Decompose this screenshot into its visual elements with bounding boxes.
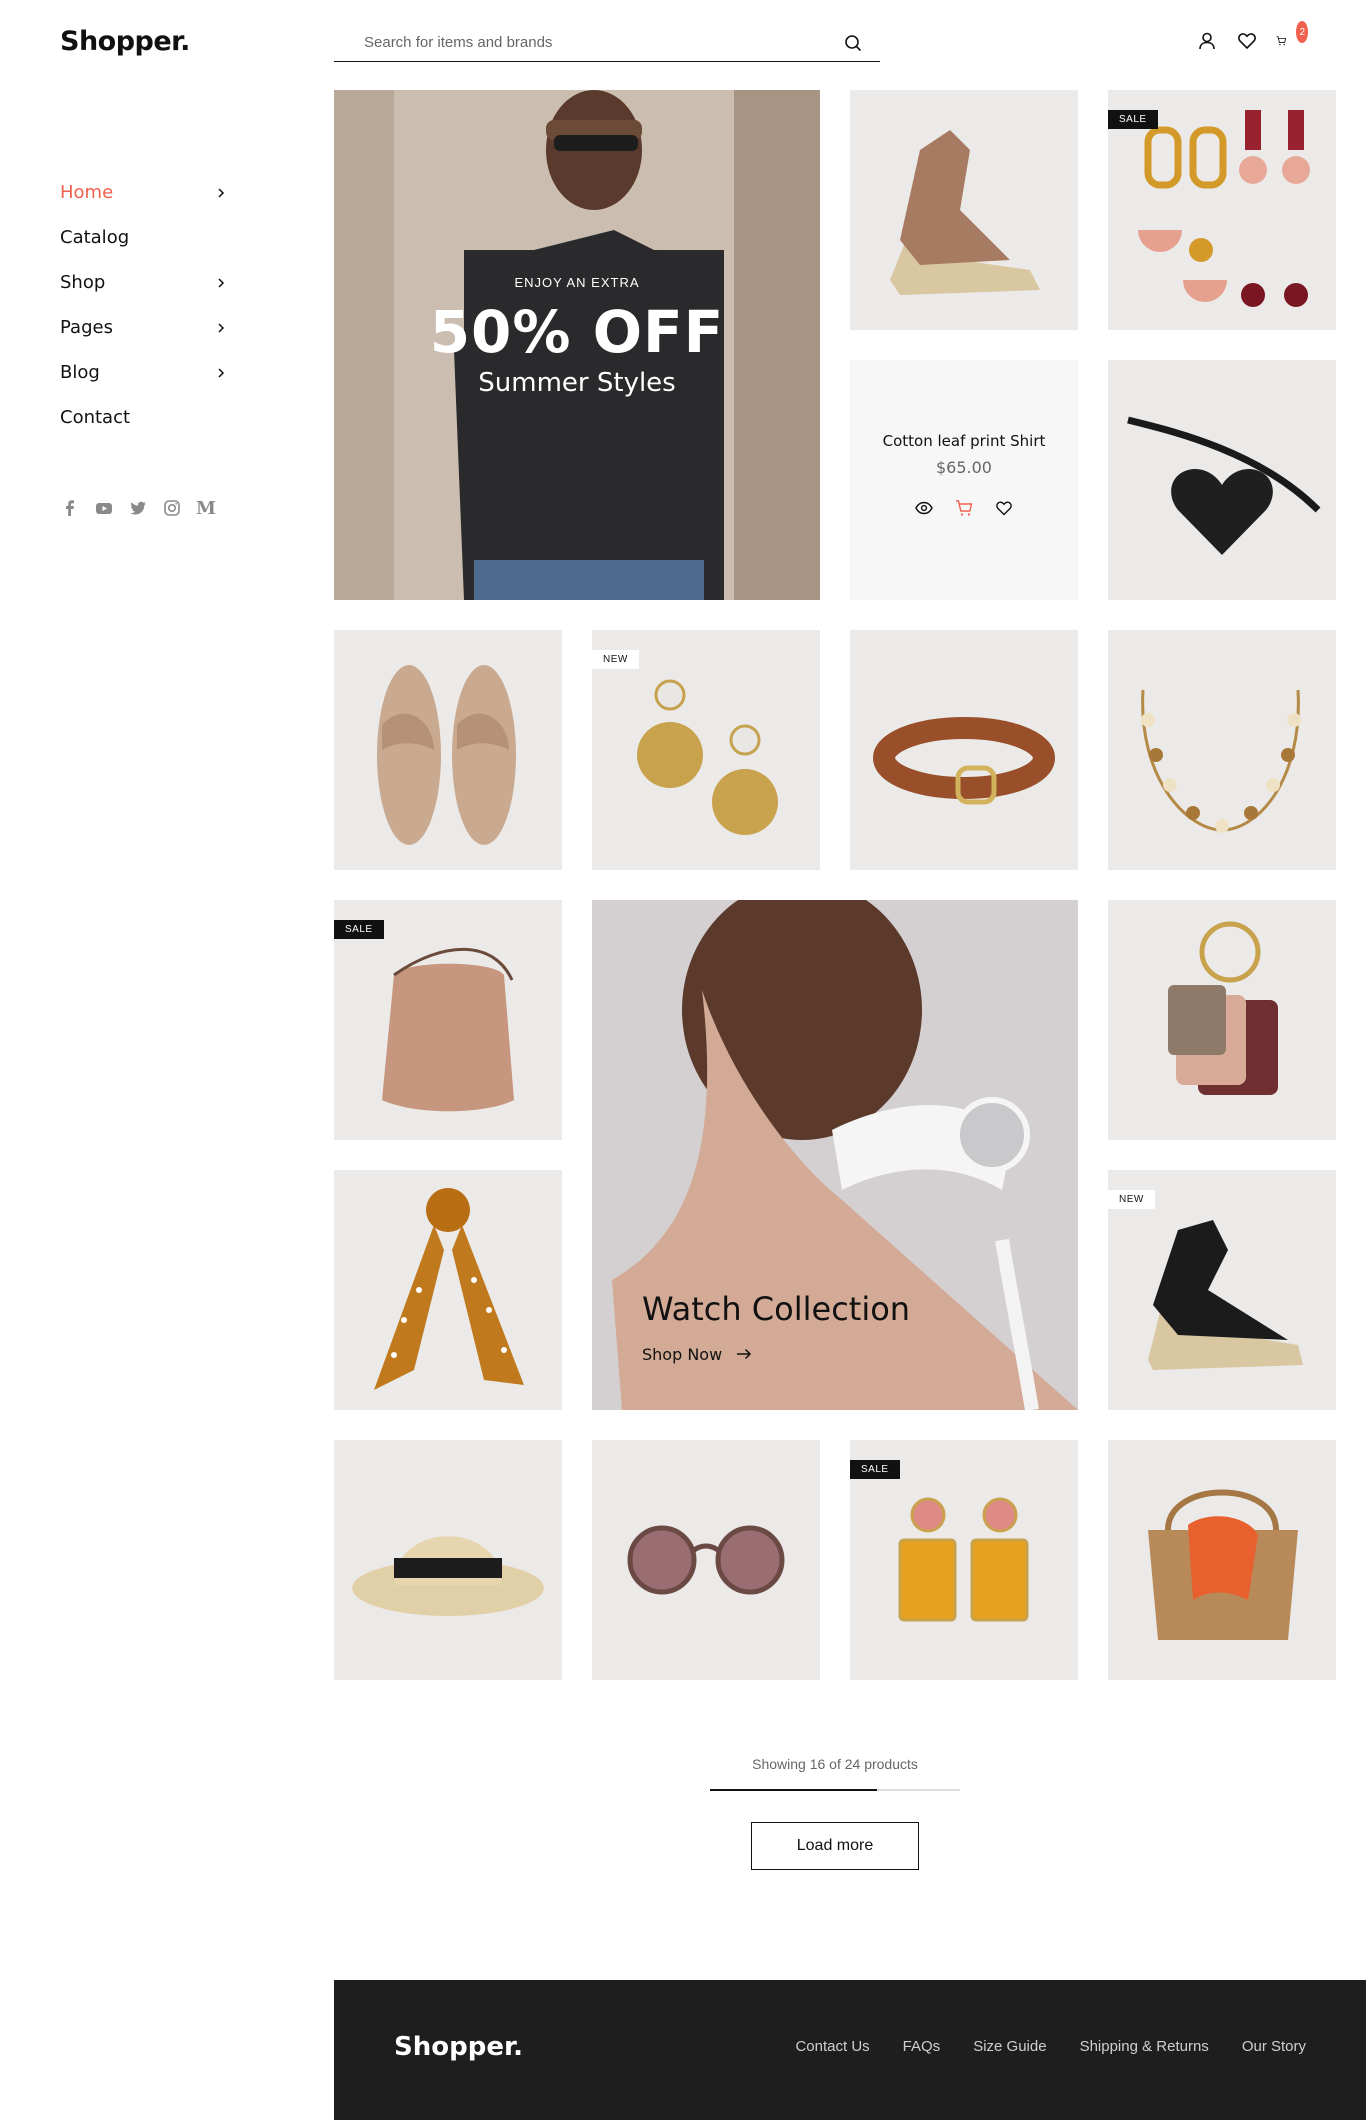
progress-fill [710,1789,877,1791]
hero-subline: Summer Styles [478,368,676,398]
heart-icon[interactable] [1236,30,1258,52]
site-footer: Shopper. Contact Us FAQs Size Guide Ship… [334,1980,1366,2120]
footer-link-faqs[interactable]: FAQs [903,2038,941,2055]
footer-logo[interactable]: Shopper. [394,2032,523,2062]
chevron-right-icon [212,319,230,337]
wishlist-heart-icon[interactable] [995,499,1013,517]
cart-count-badge: 2 [1296,21,1308,43]
knot-sandals-image [334,630,562,870]
products-progress-bar [710,1789,960,1791]
sidebar-item-label: Pages [60,317,113,338]
instagram-icon[interactable] [162,498,182,518]
products-count-text: Showing 16 of 24 products [752,1756,918,1772]
sale-tag: SALE [850,1460,900,1479]
sidebar-item-label: Contact [60,407,131,428]
youtube-icon[interactable] [94,498,114,518]
watch-banner-title: Watch Collection [642,1290,911,1328]
chevron-right-icon [212,364,230,382]
product-card-sunglasses[interactable] [592,1440,820,1680]
arrow-right-icon [736,1345,752,1364]
hero-banner[interactable]: ENJOY AN EXTRA 50% OFF Summer Styles [334,90,820,600]
header-actions: 2 [1196,21,1308,52]
product-price: $65.00 [936,458,992,477]
new-tag: NEW [592,650,639,669]
sidebar-item-home[interactable]: Home [60,170,230,215]
polka-scarf-image [334,1170,562,1410]
sidebar-item-label: Shop [60,272,106,293]
sidebar-item-blog[interactable]: Blog [60,350,230,395]
hero-headline: 50% OFF [429,298,725,366]
eye-icon[interactable] [915,499,933,517]
product-card-wedge-sandal[interactable] [850,90,1078,330]
basket-bag-image [1108,1440,1336,1680]
product-card-woven-basket-bag[interactable] [1108,1440,1336,1680]
product-name: Cotton leaf print Shirt [882,432,1046,450]
footer-link-shipping-returns[interactable]: Shipping & Returns [1080,2038,1209,2055]
user-icon[interactable] [1196,30,1218,52]
search-input[interactable] [334,34,834,51]
shop-now-link[interactable]: Shop Now [642,1345,752,1364]
product-card-quick-view[interactable]: Cotton leaf print Shirt $65.00 [850,360,1078,600]
sidebar-item-label: Catalog [60,227,130,248]
product-card-knot-sandals[interactable] [334,630,562,870]
sunglasses-image [592,1440,820,1680]
product-card-amber-earrings[interactable]: SALE [850,1440,1078,1680]
product-actions [850,499,1078,517]
sidebar-item-contact[interactable]: Contact [60,395,230,440]
straw-hat-image [334,1440,562,1680]
sidebar-item-label: Home [60,182,114,203]
site-logo[interactable]: Shopper. [60,26,190,57]
sidebar-item-pages[interactable]: Pages [60,305,230,350]
ring-clutch-image [1108,900,1336,1140]
search-bar [334,24,880,62]
add-to-cart-icon[interactable] [955,499,973,517]
footer-links: Contact Us FAQs Size Guide Shipping & Re… [795,2038,1306,2055]
sidebar-item-label: Blog [60,362,100,383]
chevron-right-icon [212,184,230,202]
twitter-icon[interactable] [128,498,148,518]
product-card-statement-earrings[interactable]: SALE [1108,90,1336,330]
social-links: M [60,498,216,519]
sidebar-item-catalog[interactable]: Catalog [60,215,230,260]
load-more-button[interactable]: Load more [751,1822,919,1870]
search-icon[interactable] [834,24,872,62]
product-card-leather-belt[interactable] [850,630,1078,870]
watch-model-image [592,900,1078,1410]
product-card-black-wedge[interactable]: NEW [1108,1170,1336,1410]
product-card-bucket-bag[interactable]: SALE [334,900,562,1140]
product-card-straw-hat[interactable] [334,1440,562,1680]
product-card-ring-clutch[interactable] [1108,900,1336,1140]
product-card-polka-scarf[interactable] [334,1170,562,1410]
product-card-shell-necklace[interactable] [1108,630,1336,870]
hero-kicker: ENJOY AN EXTRA [514,275,640,290]
new-tag: NEW [1108,1190,1155,1209]
sale-tag: SALE [334,920,384,939]
product-card-heart-belt-bag[interactable] [1108,360,1336,600]
chevron-right-icon [212,274,230,292]
shell-necklace-image [1108,630,1336,870]
cart-icon[interactable]: 2 [1276,21,1308,52]
footer-link-size-guide[interactable]: Size Guide [973,2038,1046,2055]
sale-tag: SALE [1108,110,1158,129]
medium-icon[interactable]: M [196,498,216,519]
hero-text: ENJOY AN EXTRA 50% OFF Summer Styles [334,275,820,398]
sidebar-nav: Home Catalog Shop Pages Blog Contact [60,170,230,440]
facebook-icon[interactable] [60,498,80,518]
leather-belt-image [850,630,1078,870]
shop-now-label: Shop Now [642,1345,723,1364]
footer-link-our-story[interactable]: Our Story [1242,2038,1306,2055]
footer-link-contact-us[interactable]: Contact Us [795,2038,869,2055]
product-card-gold-disc-earrings[interactable]: NEW [592,630,820,870]
belt-bag-image [1108,360,1336,600]
watch-collection-banner[interactable]: Watch Collection Shop Now [592,900,1078,1410]
sidebar-item-shop[interactable]: Shop [60,260,230,305]
wedge-sandal-image [850,90,1078,330]
